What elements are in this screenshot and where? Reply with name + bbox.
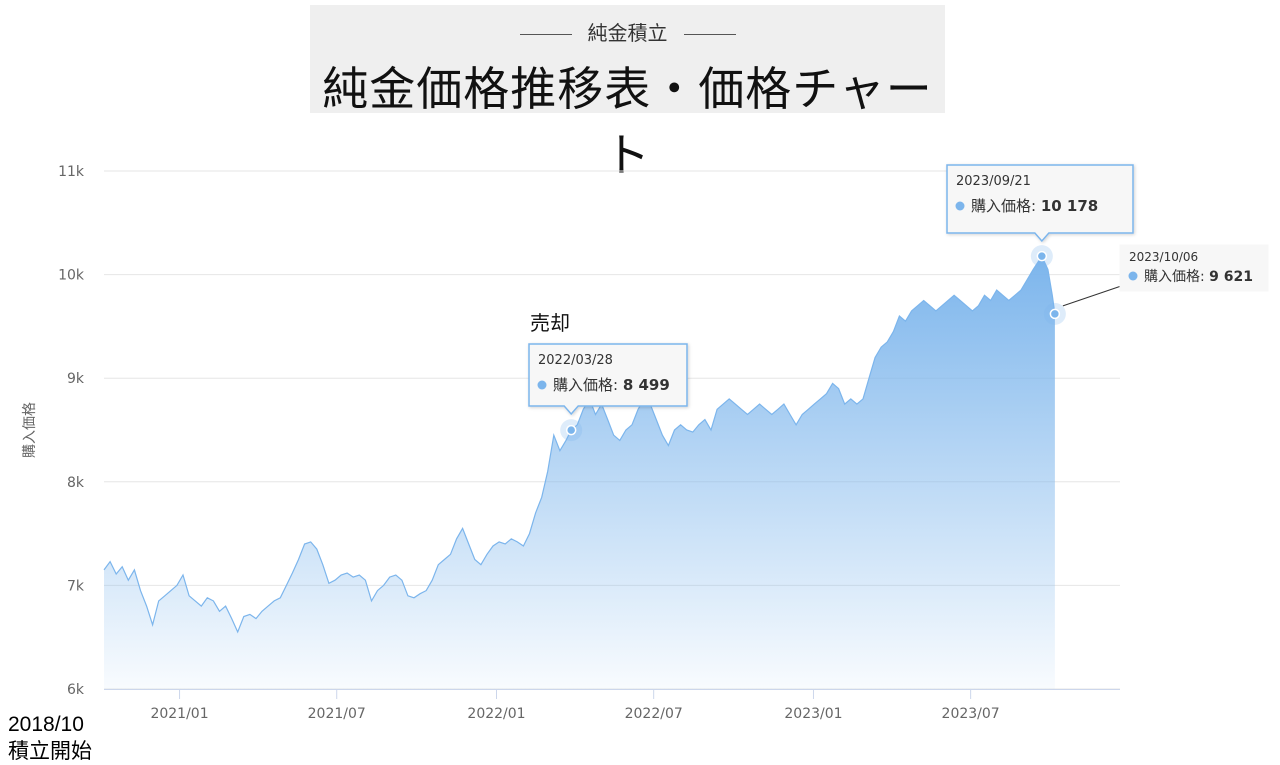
tooltip: 2023/10/06 購入価格: 9 621 — [1119, 244, 1269, 292]
tooltip-series-dot — [537, 380, 547, 390]
data-point-marker — [565, 424, 577, 436]
tooltip-value-line: 購入価格: 10 178 — [971, 197, 1098, 215]
x-tick-label: 2021/07 — [308, 706, 366, 722]
x-tick-label: 2023/07 — [942, 706, 1000, 722]
x-tick-label: 2021/01 — [150, 706, 208, 722]
y-tick-label: 9k — [67, 371, 85, 387]
y-tick-label: 11k — [58, 164, 85, 180]
price-area-chart: 6k 7k 8k 9k 10k 11k 2021/01 2021/07 2022/01 2022/… — [22, 164, 1269, 722]
tooltip-series-name: 購入価格: — [971, 197, 1041, 215]
tooltip: 2023/09/21 購入価格: 10 178 — [946, 164, 1134, 243]
tooltip-series-name: 購入価格: — [1144, 269, 1209, 285]
y-tick-label: 10k — [58, 268, 85, 284]
y-tick-label: 8k — [67, 475, 85, 491]
tooltip-date: 2022/03/28 — [538, 353, 613, 368]
tooltip-value: 10 178 — [1041, 197, 1098, 215]
tooltip-series-dot — [1128, 271, 1138, 281]
tooltip-date: 2023/09/21 — [956, 174, 1031, 189]
y-tick-label: 6k — [67, 682, 85, 698]
y-axis-title: 購入価格 — [22, 402, 38, 458]
y-tick-label: 7k — [67, 578, 85, 594]
x-tick-label: 2022/07 — [625, 706, 683, 722]
tooltip-value: 8 499 — [623, 376, 670, 394]
tooltip: 2022/03/28 購入価格: 8 499 — [528, 343, 688, 416]
start-note-label: 積立開始 — [8, 740, 92, 763]
x-tick-label: 2022/01 — [467, 706, 525, 722]
start-note-date: 2018/10 — [8, 713, 84, 736]
data-point-marker — [1049, 308, 1061, 320]
tooltip-value-line: 購入価格: 9 621 — [1144, 269, 1253, 285]
tooltip-series-dot — [955, 201, 965, 211]
series-area — [104, 256, 1055, 689]
tooltip-series-name: 購入価格: — [553, 376, 623, 394]
tooltip-date: 2023/10/06 — [1129, 250, 1198, 264]
x-tick-label: 2023/01 — [784, 706, 842, 722]
data-point-marker — [1036, 250, 1048, 262]
start-note: 2018/10 積立開始 — [8, 711, 92, 765]
tooltip-value-line: 購入価格: 8 499 — [553, 376, 670, 394]
sell-annotation: 売却 — [530, 311, 570, 335]
tooltip-value: 9 621 — [1209, 269, 1253, 285]
